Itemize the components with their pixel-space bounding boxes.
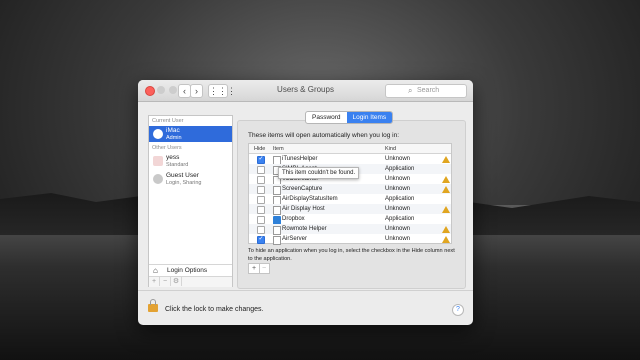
search-placeholder: Search (417, 87, 440, 94)
hide-checkbox[interactable] (257, 176, 265, 184)
item-kind: Unknown (385, 205, 411, 212)
table-row[interactable]: AirDisplayStatusItem Application (249, 194, 451, 205)
remove-user-button[interactable]: − (160, 277, 171, 286)
user-guest[interactable]: Guest User Login, Sharing (149, 171, 232, 187)
gear-icon[interactable]: ⚙ (171, 277, 182, 286)
table-row[interactable]: Air Display Host Unknown (249, 204, 451, 215)
user-role: Admin (166, 134, 182, 141)
search-icon: ⌕ (408, 86, 413, 95)
add-remove-buttons: + − (248, 263, 270, 274)
hide-checkbox[interactable] (257, 235, 265, 244)
tooltip: This item couldn't be found. (278, 167, 360, 179)
search-field[interactable]: ⌕ Search (385, 84, 467, 98)
item-name: AirServer (282, 235, 308, 242)
table-row[interactable]: Dropbox Application (249, 214, 451, 225)
hide-checkbox[interactable] (257, 186, 265, 194)
warning-icon (442, 235, 450, 243)
login-options-item[interactable]: ⌂ Login Options (149, 264, 232, 276)
warning-icon (442, 185, 450, 193)
hide-checkbox[interactable] (257, 166, 265, 174)
current-user-header: Current User (152, 118, 184, 124)
file-icon (273, 235, 281, 245)
item-name: Dropbox (282, 215, 305, 222)
user-role: Standard (166, 161, 189, 168)
tab-control: Password Login Items (305, 111, 394, 124)
item-name: Rowmote Helper (282, 225, 327, 232)
item-kind: Unknown (385, 225, 411, 232)
users-groups-window: ‹ › ⋮⋮⋮ Users & Groups ⌕ Search Current … (138, 80, 473, 325)
warning-icon (442, 175, 450, 183)
user-imac[interactable]: iMac Admin (149, 126, 232, 142)
user-name: iMac (166, 127, 180, 134)
hide-checkbox[interactable] (257, 206, 265, 214)
login-options-label: Login Options (167, 267, 208, 274)
table-row[interactable]: Rowmote Helper Unknown (249, 224, 451, 235)
tab-login-items[interactable]: Login Items (346, 112, 393, 123)
item-name: iTunesHelper (282, 155, 318, 162)
hide-column-header[interactable]: Hide (254, 146, 265, 152)
user-name: yess (166, 154, 180, 161)
intro-text: These items will open automatically when… (248, 132, 400, 139)
hide-checkbox[interactable] (257, 196, 265, 204)
add-user-button[interactable]: + (149, 277, 160, 286)
item-name: Air Display Host (282, 205, 325, 212)
title-bar: ‹ › ⋮⋮⋮ Users & Groups ⌕ Search (138, 80, 473, 102)
item-kind: Application (385, 215, 415, 222)
table-row[interactable]: iTunesHelper Unknown (249, 154, 451, 165)
hide-checkbox[interactable] (257, 155, 265, 164)
item-kind: Application (385, 195, 415, 202)
avatar (153, 129, 163, 139)
warning-icon (442, 225, 450, 233)
item-kind: Application (385, 165, 415, 172)
avatar (153, 174, 163, 184)
other-users-header: Other Users (152, 145, 182, 151)
item-column-header[interactable]: Item (273, 146, 284, 152)
hide-checkbox[interactable] (257, 216, 265, 224)
warning-icon (442, 205, 450, 213)
table-row[interactable]: ScreenCapture Unknown (249, 184, 451, 195)
login-items-table: Hide Item Kind iTunesHelperUnknownSIMBL … (248, 143, 452, 245)
user-name: Guest User (166, 172, 199, 179)
item-kind: Unknown (385, 235, 411, 242)
sidebar-button-bar: + − ⚙ (149, 276, 232, 287)
users-sidebar: Current User iMac Admin Other Users yess… (148, 115, 233, 287)
user-yess[interactable]: yess Standard (149, 153, 232, 169)
remove-item-button[interactable]: − (259, 264, 269, 273)
hide-checkbox[interactable] (257, 226, 265, 234)
hint-text: To hide an application when you log in, … (248, 248, 455, 262)
item-kind: Unknown (385, 175, 411, 182)
help-button[interactable]: ? (452, 304, 464, 316)
lock-text: Click the lock to make changes. (165, 306, 264, 313)
kind-column-header[interactable]: Kind (385, 146, 396, 152)
item-name: AirDisplayStatusItem (282, 195, 338, 202)
item-kind: Unknown (385, 185, 411, 192)
table-header: Hide Item Kind (249, 144, 451, 154)
user-role: Login, Sharing (166, 179, 202, 186)
house-icon: ⌂ (153, 266, 158, 275)
tab-password[interactable]: Password (306, 112, 347, 123)
item-kind: Unknown (385, 155, 411, 162)
table-row[interactable]: AirServer Unknown (249, 234, 451, 245)
lock-icon[interactable] (148, 299, 158, 312)
bottom-bar: Click the lock to make changes. ? (138, 290, 473, 325)
avatar (153, 156, 163, 166)
warning-icon (442, 155, 450, 163)
item-name: ScreenCapture (282, 185, 323, 192)
